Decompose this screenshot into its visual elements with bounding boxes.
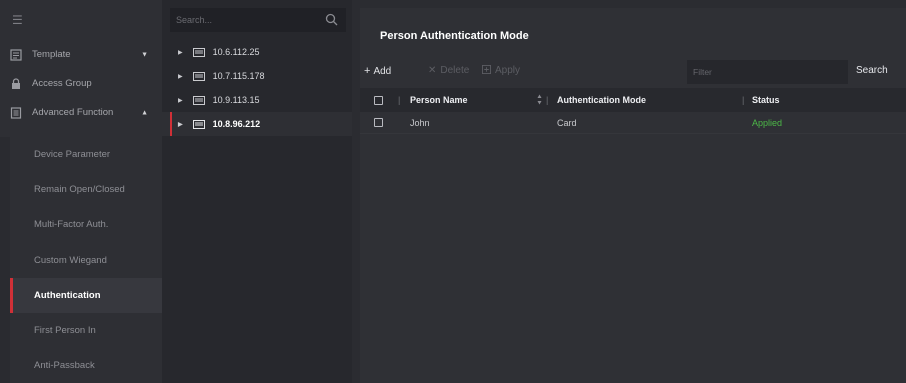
submenu-custom-wiegand[interactable]: Custom Wiegand <box>10 243 162 278</box>
template-icon <box>10 48 22 61</box>
nav-item-label: Template <box>32 49 71 60</box>
plus-icon: + <box>364 65 371 77</box>
select-all-checkbox[interactable] <box>374 95 383 105</box>
row-checkbox[interactable] <box>374 118 383 127</box>
nav-item-template[interactable]: Template ▼ <box>0 40 162 69</box>
nav-header: ☰ <box>0 0 162 40</box>
left-navigation: ☰ Template ▼ Access Group Advanced Funct… <box>0 0 162 383</box>
search-icon[interactable] <box>325 13 338 26</box>
add-label: Add <box>373 66 392 77</box>
delete-button[interactable]: ✕ Delete <box>428 65 469 76</box>
column-separator: | <box>398 95 401 105</box>
tree-item-device[interactable]: ▶ 10.9.113.15 <box>162 88 352 112</box>
expand-arrow-icon[interactable]: ▶ <box>178 49 183 56</box>
content-area: Person Authentication Mode + Add ✕ Delete … <box>360 8 906 383</box>
column-separator: | <box>742 95 745 105</box>
submenu-first-person-in[interactable]: First Person In <box>10 313 162 348</box>
nav-item-advanced-function[interactable]: Advanced Function ▲ <box>0 98 162 127</box>
close-icon: ✕ <box>428 65 437 76</box>
tree-item-device[interactable]: ▶ 10.7.115.178 <box>162 64 352 88</box>
toolbar: +Add ✕Delete Apply Search <box>360 60 906 84</box>
cell-status: Applied <box>752 117 783 128</box>
expand-arrow-icon[interactable]: ▶ <box>178 73 183 80</box>
advanced-function-submenu: Device Parameter Remain Open/Closed Mult… <box>10 137 162 383</box>
column-separator: | <box>546 95 549 105</box>
expand-arrow-icon[interactable]: ▶ <box>178 97 183 104</box>
table-row[interactable]: John Card Applied <box>360 112 906 134</box>
submenu-device-parameter[interactable]: Device Parameter <box>10 137 162 172</box>
delete-label: Delete <box>440 65 470 76</box>
tree-item-device-selected[interactable]: ▶ 10.8.96.212 <box>162 112 352 136</box>
menu-icon[interactable]: ☰ <box>12 14 23 26</box>
submenu-anti-passback[interactable]: Anti-Passback <box>10 348 162 383</box>
lock-icon <box>10 77 22 90</box>
column-status[interactable]: Status <box>752 95 780 105</box>
device-icon <box>192 95 205 105</box>
person-table: | Person Name | Authentication Mode | St… <box>360 88 906 134</box>
page-title: Person Authentication Mode <box>380 30 529 42</box>
sort-icon[interactable] <box>537 94 542 105</box>
apply-button[interactable]: Apply <box>482 65 520 76</box>
apply-icon <box>482 65 491 74</box>
device-tree-panel: ▶ 10.6.112.25 ▶ 10.7.115.178 ▶ 10.9.113.… <box>162 0 352 383</box>
nav-item-access-group[interactable]: Access Group <box>0 69 162 98</box>
nav-item-label: Advanced Function <box>32 107 114 118</box>
device-search-input[interactable] <box>176 15 326 25</box>
apply-label: Apply <box>495 65 521 76</box>
caret-up-icon: ▲ <box>141 109 148 116</box>
device-icon <box>192 71 205 81</box>
device-list: ▶ 10.6.112.25 ▶ 10.7.115.178 ▶ 10.9.113.… <box>162 40 352 136</box>
column-person-name[interactable]: Person Name <box>410 95 468 105</box>
table-header: | Person Name | Authentication Mode | St… <box>360 88 906 112</box>
nav-item-label: Access Group <box>32 78 92 89</box>
filter-box <box>687 60 848 84</box>
column-authentication-mode[interactable]: Authentication Mode <box>557 95 646 105</box>
submenu-authentication[interactable]: Authentication <box>10 277 162 314</box>
device-label: 10.7.115.178 <box>212 71 265 81</box>
submenu-remain-open-closed[interactable]: Remain Open/Closed <box>10 172 162 207</box>
add-button[interactable]: + Add <box>364 65 391 77</box>
document-icon <box>10 106 22 119</box>
device-icon <box>192 119 205 129</box>
cell-person-name: John <box>410 117 430 128</box>
submenu-strip <box>0 137 10 383</box>
caret-down-icon: ▼ <box>141 51 148 58</box>
cell-authentication-mode: Card <box>557 117 577 128</box>
device-label: 10.8.96.212 <box>212 119 261 129</box>
expand-arrow-icon[interactable]: ▶ <box>178 121 183 128</box>
device-label: 10.6.112.25 <box>212 47 260 57</box>
filter-input[interactable] <box>693 60 843 84</box>
device-icon <box>192 47 205 57</box>
device-search <box>170 8 346 32</box>
main-panel: Person Authentication Mode + Add ✕ Delete … <box>352 0 906 383</box>
device-label: 10.9.113.15 <box>212 95 260 105</box>
tree-item-device[interactable]: ▶ 10.6.112.25 <box>162 40 352 64</box>
submenu-multi-factor-auth[interactable]: Multi-Factor Auth. <box>10 207 162 242</box>
search-button[interactable]: Search <box>856 65 888 76</box>
